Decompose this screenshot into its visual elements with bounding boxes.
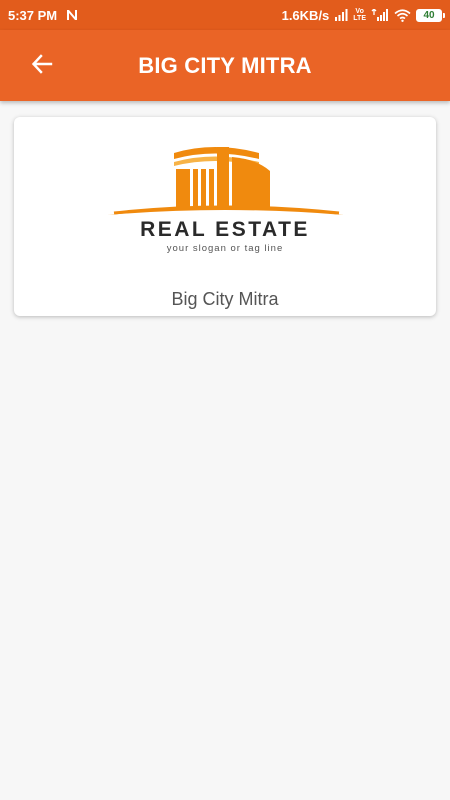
- volte-top-label: Vo: [355, 8, 364, 15]
- logo-slogan: your slogan or tag line: [166, 243, 284, 254]
- battery-level: 40: [423, 9, 435, 21]
- real-estate-logo: REAL ESTATE your slogan or tag line: [14, 139, 436, 269]
- logo-title: REAL ESTATE: [140, 218, 310, 241]
- status-right: 1.6KB/s Vo LTE 40: [281, 7, 445, 23]
- volte-icon: Vo LTE: [353, 8, 366, 22]
- wifi-icon: [394, 8, 411, 22]
- signal-2-icon: [371, 9, 389, 21]
- battery-icon: 40: [416, 8, 445, 22]
- card-label: Big City Mitra: [171, 289, 279, 309]
- status-time: 5:37 PM: [8, 7, 58, 23]
- page-title: BIG CITY MITRA: [138, 52, 312, 78]
- status-left: 5:37 PM: [8, 8, 79, 23]
- volte-bottom-label: LTE: [353, 15, 366, 22]
- building-logo-icon: [108, 147, 344, 215]
- network-speed: 1.6KB/s: [281, 7, 330, 23]
- app-bar: BIG CITY MITRA: [0, 30, 450, 101]
- listing-card[interactable]: REAL ESTATE your slogan or tag line Big …: [14, 117, 436, 316]
- status-bar: 5:37 PM 1.6KB/s Vo LTE 40: [0, 0, 450, 30]
- notification-n-icon: [65, 8, 79, 22]
- signal-1-icon: [334, 9, 348, 21]
